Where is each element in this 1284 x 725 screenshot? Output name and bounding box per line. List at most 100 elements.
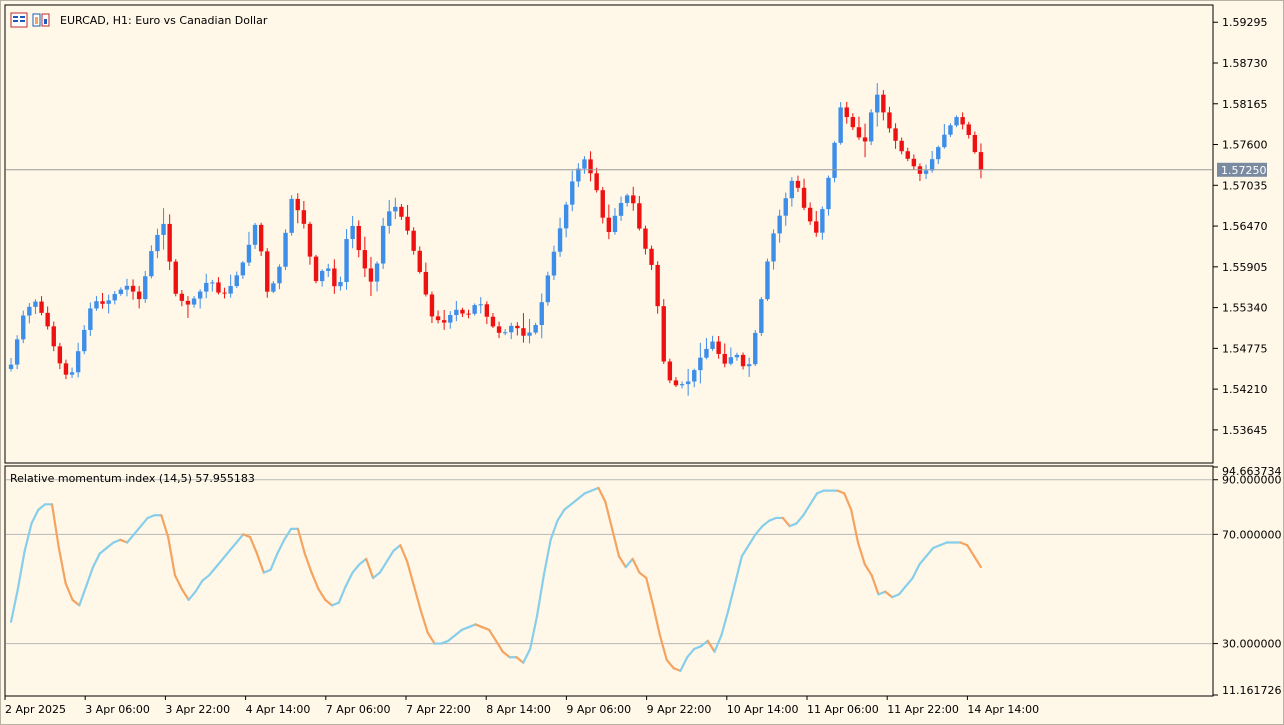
candle-body: [606, 217, 612, 233]
candle: [960, 112, 965, 130]
candle: [643, 225, 648, 255]
indicator-axis: 94.66373490.00000070.00000030.00000011.1…: [1213, 465, 1282, 697]
candle-body: [954, 117, 959, 126]
candle-body: [295, 198, 300, 211]
candle-body: [576, 168, 581, 182]
candle: [509, 322, 514, 340]
candle: [570, 170, 575, 212]
candle: [130, 279, 136, 300]
rmi-segment: [611, 527, 621, 558]
rmi-segment: [672, 667, 682, 672]
candle-body: [124, 285, 130, 290]
candle: [155, 228, 160, 259]
candle-body: [112, 293, 117, 301]
candle: [917, 163, 923, 182]
candle: [826, 175, 831, 216]
candle-body: [368, 268, 374, 282]
candle: [746, 357, 752, 377]
rmi-segment: [146, 514, 156, 520]
candle-body: [265, 251, 270, 292]
candle: [618, 196, 624, 221]
candle-body: [704, 348, 709, 358]
candle-body: [57, 346, 63, 364]
rmi-segment: [576, 492, 586, 500]
time-tick-label: 10 Apr 14:00: [727, 703, 799, 716]
candle: [814, 210, 819, 237]
rmi-segment: [358, 557, 368, 566]
candle-body: [582, 159, 587, 169]
candle: [807, 202, 813, 225]
candle: [368, 256, 374, 297]
rmi-segment: [132, 525, 142, 536]
candle: [515, 322, 520, 336]
candle: [698, 342, 703, 384]
rmi-segment: [761, 519, 771, 528]
candle-body: [417, 250, 422, 272]
rmi-segment: [481, 626, 491, 632]
rmi-segment: [255, 552, 265, 574]
candle-body: [393, 206, 398, 212]
rmi-segment: [542, 538, 552, 577]
candle-body: [51, 326, 56, 347]
candle-body: [533, 325, 538, 333]
candle: [728, 347, 734, 366]
candle-body: [374, 263, 380, 282]
chart-canvas[interactable]: 1.57250 1.59295 1.58730 1.58165 1.57600 1.57…: [0, 0, 1284, 725]
candle: [277, 264, 282, 290]
rmi-segment: [173, 574, 183, 591]
candle-body: [45, 312, 50, 327]
candle-body: [332, 268, 337, 287]
price-tag-label: 1.57250: [1221, 164, 1267, 177]
candle-body: [814, 221, 819, 233]
chart-header: EURCAD, H1: Euro vs Canadian Dollar: [10, 10, 267, 30]
candle: [228, 274, 233, 298]
candle: [143, 270, 148, 303]
candle-body: [197, 291, 203, 299]
symbol-properties-icon[interactable]: [32, 12, 50, 28]
candle-body: [631, 195, 636, 204]
time-tick-label: 7 Apr 06:00: [326, 703, 391, 716]
time-tick-label: 9 Apr 22:00: [647, 703, 712, 716]
candle-body: [862, 137, 868, 142]
candle: [765, 258, 770, 302]
rmi-segment: [597, 486, 607, 503]
rmi-segment: [768, 516, 778, 522]
candle: [612, 208, 618, 235]
candle-body: [252, 224, 258, 245]
rmi-segment: [911, 563, 921, 580]
candle: [868, 109, 874, 146]
price-tick-label: 1.56470: [1222, 220, 1268, 233]
rmi-segment: [180, 587, 190, 601]
candle-body: [594, 173, 599, 191]
candle: [795, 175, 801, 192]
rmi-segment: [843, 492, 853, 511]
candle: [582, 156, 587, 174]
candle: [222, 287, 227, 299]
rmi-segment: [16, 549, 26, 591]
candle-body: [8, 364, 14, 369]
candle-body: [399, 206, 404, 217]
candle: [362, 236, 368, 277]
candle-body: [411, 230, 416, 251]
chart-menu-icon[interactable]: [10, 12, 28, 28]
candle-body: [39, 301, 44, 313]
candle: [948, 123, 953, 138]
candle: [978, 143, 984, 179]
candle: [356, 220, 361, 258]
candle-body: [350, 225, 355, 240]
candle-body: [234, 275, 239, 287]
rmi-segment: [570, 497, 580, 506]
candle-body: [911, 158, 917, 167]
candle: [246, 231, 252, 266]
candle: [33, 299, 38, 314]
candle: [63, 359, 69, 380]
candle: [533, 322, 538, 335]
price-tick-label: 1.58165: [1222, 98, 1268, 111]
candle-body: [832, 142, 837, 178]
candle-body: [100, 301, 105, 304]
candle-body: [570, 181, 575, 205]
candle: [258, 222, 264, 257]
rmi-segment: [167, 535, 177, 577]
rmi-segment: [645, 576, 655, 607]
rmi-segment: [529, 615, 539, 651]
